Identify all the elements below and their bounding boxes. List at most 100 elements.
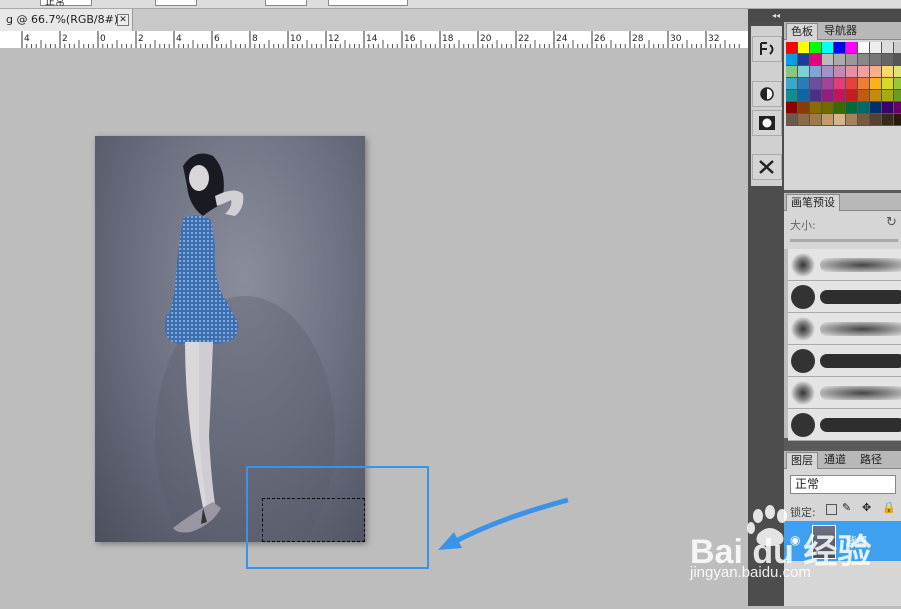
color-swatch[interactable]	[870, 42, 882, 54]
color-swatch[interactable]	[882, 78, 894, 90]
color-swatch[interactable]	[786, 54, 798, 66]
color-swatch[interactable]	[894, 114, 901, 126]
swatch-grid[interactable]	[786, 42, 901, 128]
brush-size-slider[interactable]	[790, 239, 898, 242]
color-swatch[interactable]	[834, 54, 846, 66]
color-swatch[interactable]	[822, 54, 834, 66]
color-swatch[interactable]	[870, 66, 882, 78]
color-swatch[interactable]	[798, 54, 810, 66]
color-swatch[interactable]	[798, 66, 810, 78]
color-swatch[interactable]	[810, 102, 822, 114]
color-swatch[interactable]	[834, 90, 846, 102]
blend-mode-select[interactable]: 正常	[790, 475, 896, 494]
color-swatch[interactable]	[870, 54, 882, 66]
canvas-area[interactable]	[0, 48, 748, 606]
tab-navigator[interactable]: 导航器	[820, 23, 861, 39]
color-swatch[interactable]	[882, 42, 894, 54]
color-swatch[interactable]	[834, 78, 846, 90]
color-swatch[interactable]	[798, 102, 810, 114]
color-swatch[interactable]	[822, 114, 834, 126]
tab-channels[interactable]: 通道	[820, 452, 850, 468]
color-swatch[interactable]	[858, 90, 870, 102]
dock-collapse-bar[interactable]: ◂◂	[748, 9, 901, 22]
color-swatch[interactable]	[870, 78, 882, 90]
tab-swatches[interactable]: 色板	[786, 23, 818, 40]
color-adjust-icon[interactable]	[752, 81, 782, 107]
color-swatch[interactable]	[894, 90, 901, 102]
brush-preset-item[interactable]	[788, 249, 901, 281]
tab-paths[interactable]: 路径	[856, 452, 886, 468]
color-swatch[interactable]	[810, 78, 822, 90]
color-swatch[interactable]	[846, 42, 858, 54]
color-swatch[interactable]	[786, 102, 798, 114]
color-swatch[interactable]	[894, 78, 901, 90]
color-swatch[interactable]	[846, 54, 858, 66]
color-swatch[interactable]	[894, 54, 901, 66]
color-swatch[interactable]	[834, 66, 846, 78]
color-swatch[interactable]	[822, 42, 834, 54]
color-swatch[interactable]	[834, 114, 846, 126]
close-icon[interactable]: ✕	[117, 14, 129, 26]
color-swatch[interactable]	[846, 114, 858, 126]
color-swatch[interactable]	[894, 66, 901, 78]
color-swatch[interactable]	[822, 102, 834, 114]
color-swatch[interactable]	[882, 114, 894, 126]
color-swatch[interactable]	[834, 42, 846, 54]
clone-source-icon[interactable]	[752, 36, 782, 62]
brush-preset-item[interactable]	[788, 313, 901, 345]
color-swatch[interactable]	[870, 90, 882, 102]
reset-icon[interactable]: ↻	[886, 215, 897, 230]
brush-preset-item[interactable]	[788, 281, 901, 313]
color-swatch[interactable]	[870, 114, 882, 126]
color-swatch[interactable]	[810, 42, 822, 54]
color-swatch[interactable]	[882, 66, 894, 78]
color-swatch[interactable]	[798, 42, 810, 54]
color-swatch[interactable]	[810, 90, 822, 102]
color-swatch[interactable]	[822, 66, 834, 78]
color-swatch[interactable]	[846, 66, 858, 78]
color-swatch[interactable]	[786, 66, 798, 78]
tools-icon[interactable]	[752, 154, 782, 180]
color-swatch[interactable]	[858, 114, 870, 126]
color-swatch[interactable]	[786, 42, 798, 54]
color-swatch[interactable]	[882, 54, 894, 66]
color-swatch[interactable]	[846, 78, 858, 90]
document-tab[interactable]: g @ 66.7%(RGB/8#) * ✕	[0, 9, 133, 31]
color-swatch[interactable]	[810, 114, 822, 126]
opacity-field[interactable]	[155, 0, 197, 6]
color-swatch[interactable]	[858, 66, 870, 78]
brush-preset-item[interactable]	[788, 345, 901, 377]
color-swatch[interactable]	[858, 54, 870, 66]
color-swatch[interactable]	[798, 114, 810, 126]
tab-layers[interactable]: 图层	[786, 452, 818, 469]
color-swatch[interactable]	[858, 78, 870, 90]
color-swatch[interactable]	[882, 90, 894, 102]
mask-icon[interactable]	[752, 110, 782, 136]
color-swatch[interactable]	[894, 42, 901, 54]
color-swatch[interactable]	[846, 102, 858, 114]
mode-select[interactable]: 正常	[40, 0, 92, 8]
brush-list[interactable]	[784, 249, 901, 441]
brush-preset-item[interactable]	[788, 377, 901, 409]
color-swatch[interactable]	[786, 78, 798, 90]
color-swatch[interactable]	[822, 90, 834, 102]
color-swatch[interactable]	[882, 102, 894, 114]
color-swatch[interactable]	[798, 90, 810, 102]
collapse-icon[interactable]: ◂◂	[772, 9, 780, 22]
color-swatch[interactable]	[786, 114, 798, 126]
color-swatch[interactable]	[858, 102, 870, 114]
color-swatch[interactable]	[810, 66, 822, 78]
color-swatch[interactable]	[846, 90, 858, 102]
color-swatch[interactable]	[834, 102, 846, 114]
tab-brush-presets[interactable]: 画笔预设	[786, 194, 840, 211]
flow-field[interactable]	[265, 0, 307, 6]
color-swatch[interactable]	[810, 54, 822, 66]
color-swatch[interactable]	[798, 78, 810, 90]
color-swatch[interactable]	[870, 102, 882, 114]
color-swatch[interactable]	[822, 78, 834, 90]
options-button[interactable]	[328, 0, 408, 6]
color-swatch[interactable]	[894, 102, 901, 114]
brush-preset-item[interactable]	[788, 409, 901, 441]
color-swatch[interactable]	[786, 90, 798, 102]
color-swatch[interactable]	[858, 42, 870, 54]
